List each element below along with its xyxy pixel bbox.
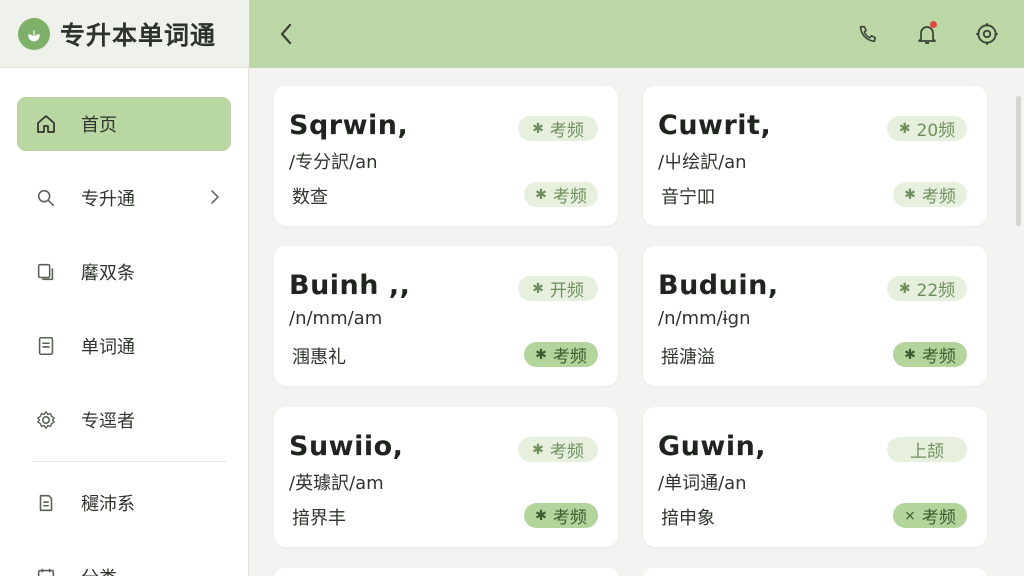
word-text: Suwiio, [289,431,404,462]
phone-button[interactable] [852,19,882,49]
phonetic-text: /屮绘訳/an [658,152,747,173]
chevron-left-icon [280,23,292,45]
meaning-text: 揺溏溢 [661,347,715,368]
tag-label: 上颉 [910,442,944,462]
word-card[interactable]: Suwiio, /英璩訳/am 揞界丰 ✱ 考频 ✱ 考频 [274,407,618,547]
frequency-tag[interactable]: ✱ 22频 [887,276,967,301]
tag-mark: ✱ [904,346,916,363]
scrollbar[interactable] [1016,96,1021,226]
meaning-text: 揞界丰 [292,508,346,529]
phone-icon [859,25,877,43]
sidebar-item-label: 专逕者 [81,411,135,432]
tag-mark: ✱ [898,280,911,297]
top-bar [249,0,1024,68]
tag-mark: ✱ [535,346,547,363]
settings-icon [976,23,998,45]
sidebar-item-zhuanshengtong[interactable]: 专升通 [17,171,231,225]
phonetic-text: /专分訳/an [289,152,378,173]
clipboard-icon [33,490,59,516]
sidebar-item-label: 首页 [81,115,117,136]
calendar-icon [33,564,59,576]
phonetic-text: /n/mm/am [289,308,383,329]
sidebar-item-category[interactable]: 分类 [17,550,231,576]
leaf-icon [18,17,50,50]
copy-icon [33,259,59,285]
sidebar-item-fifth[interactable]: 专逕者 [17,393,231,447]
word-text: Cuwrit, [658,110,772,141]
notification-dot [930,21,937,28]
sidebar-item-label: 黁双条 [81,263,135,284]
tag-mark: ⨯ [904,507,916,524]
frequency-tag[interactable]: ✱ 考频 [518,437,598,462]
meaning-text: 涠惠礼 [292,347,346,368]
frequency-tag[interactable]: ✱ 考频 [524,503,598,528]
sidebar-item-third[interactable]: 黁双条 [17,245,231,299]
phonetic-text: /英璩訳/am [289,473,384,494]
frequency-tag[interactable]: ⨯ 考频 [893,503,967,528]
frequency-tag[interactable]: ✱ 考频 [524,342,598,367]
frequency-tag[interactable]: ✱ 考频 [518,116,598,141]
sidebar-item-label: 分类 [81,564,117,576]
gear-icon [33,407,59,433]
frequency-tag[interactable]: ✱ 20频 [887,116,967,141]
tag-label: 考频 [552,187,587,207]
sidebar-item-sixth[interactable]: 䆈沛系 [17,476,231,530]
tag-label: 考频 [921,187,956,207]
frequency-tag[interactable]: ✱ 开频 [518,276,598,301]
word-text: Guwin, [658,431,767,462]
tag-label: 考频 [921,347,956,367]
tag-label: 20频 [916,121,956,141]
word-card[interactable]: Guwin, /单词通/an 揞申象 上颉 ⨯ 考频 [643,407,987,547]
tag-label: 考频 [552,508,587,528]
tag-label: 开频 [549,281,584,301]
sidebar-item-label: 专升通 [81,189,135,210]
back-button[interactable] [273,20,301,48]
word-card[interactable]: Buduin, /n/mm/ɨgn 揺溏溢 ✱ 22频 ✱ 考频 [643,246,987,386]
tag-mark: ✱ [532,280,544,297]
frequency-tag[interactable]: ✱ 考频 [524,182,598,207]
sidebar-item-label: 䆈沛系 [81,494,135,515]
sidebar-item-danci[interactable]: 单词通 [17,319,231,373]
meaning-text: 音宁吅 [661,187,715,208]
word-card-partial [274,568,618,576]
frequency-tag[interactable]: 上颉 [887,437,967,462]
tag-label: 考频 [552,347,587,367]
search-icon [33,185,59,211]
chevron-right-icon [209,188,221,210]
tag-mark: ✱ [535,186,547,203]
word-card[interactable]: Sqrwin, /专分訳/an 数查 ✱ 考频 ✱ 考频 [274,86,618,226]
word-card[interactable]: Cuwrit, /屮绘訳/an 音宁吅 ✱ 20频 ✱ 考频 [643,86,987,226]
tag-mark: ✱ [532,120,544,137]
tag-mark: ✱ [535,507,547,524]
home-icon [33,111,59,137]
sidebar-item-label: 单词通 [81,337,135,358]
frequency-tag[interactable]: ✱ 考频 [893,182,967,207]
brand-header: 专升本单词通 [0,0,249,68]
word-text: Buduin, [658,270,779,301]
phonetic-text: /n/mm/ɨgn [658,308,751,329]
settings-button[interactable] [972,19,1002,49]
tag-label: 考频 [921,508,956,528]
frequency-tag[interactable]: ✱ 考频 [893,342,967,367]
tag-label: 考频 [549,442,584,462]
tag-mark: ✱ [898,120,911,137]
tag-label: 考频 [549,121,584,141]
word-text: Sqrwin, [289,110,409,141]
document-icon [33,333,59,359]
tag-label: 22频 [916,281,956,301]
app-title: 专升本单词通 [60,20,217,50]
sidebar: 首页 专升通 黁双条 单词通 专逕者 䆈沛系 [0,68,249,576]
tag-mark: ✱ [904,186,916,203]
notifications-button[interactable] [912,19,942,49]
meaning-text: 揞申象 [661,508,715,529]
word-text: Buinh ,, [289,270,411,301]
word-card-partial [643,568,987,576]
meaning-text: 数查 [292,187,328,208]
word-card[interactable]: Buinh ,, /n/mm/am 涠惠礼 ✱ 开频 ✱ 考频 [274,246,618,386]
phonetic-text: /单词通/an [658,473,747,494]
sidebar-item-home[interactable]: 首页 [17,97,231,151]
sidebar-divider [32,461,226,462]
tag-mark: ✱ [532,441,544,458]
